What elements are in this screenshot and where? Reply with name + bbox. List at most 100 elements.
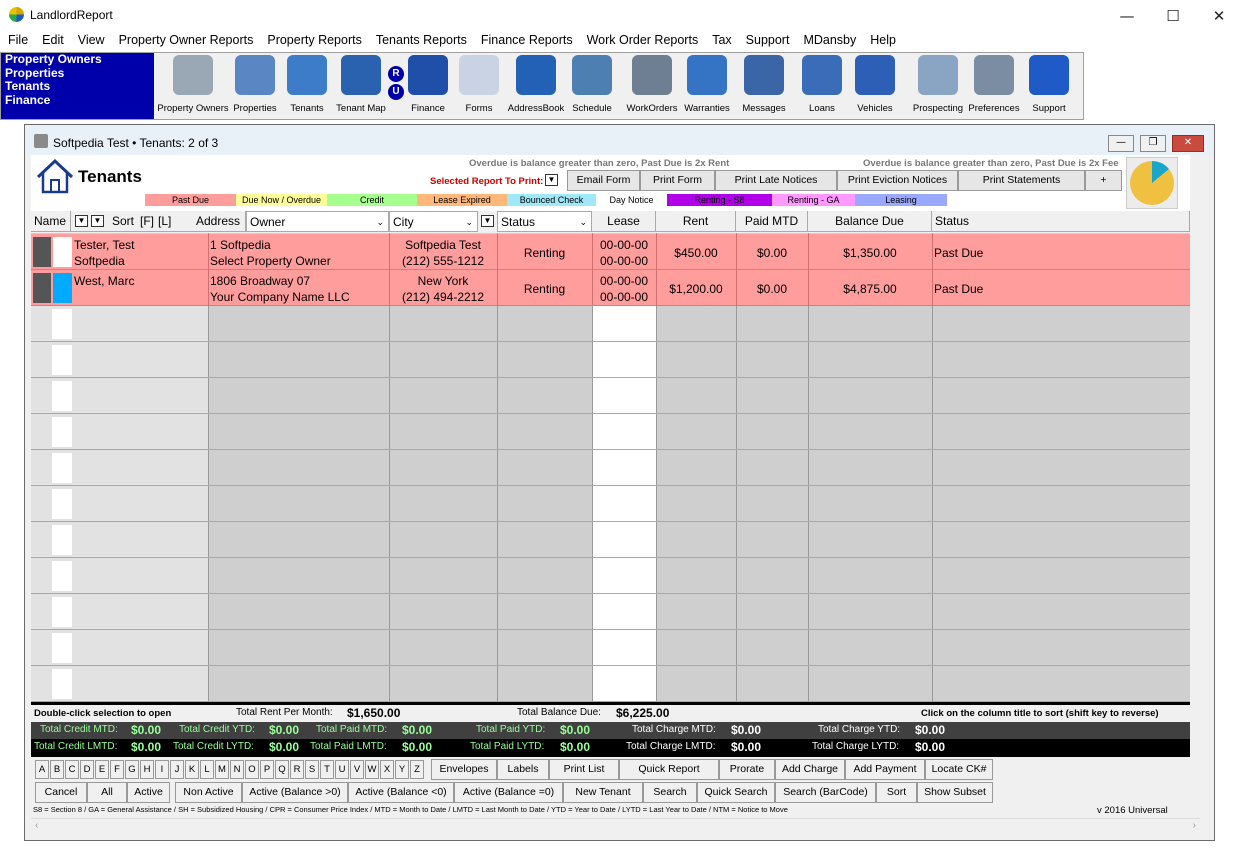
city-filter-select[interactable]: City ⌄ [389,211,478,232]
print-statements-button[interactable]: Print Statements [958,170,1085,191]
maximize-icon[interactable]: ☐ [1150,0,1196,31]
letter-filter-b[interactable]: B [50,760,64,779]
footer-button[interactable]: Show Subset [917,782,993,803]
footer-button[interactable]: Search [643,782,697,803]
inner-restore-icon[interactable]: ❐ [1140,135,1166,152]
footer-button[interactable]: Locate CK# [925,759,993,780]
menu-finance-reports[interactable]: Finance Reports [481,31,579,51]
owner-filter-select[interactable]: Owner ⌄ [246,211,389,232]
col-lease[interactable]: Lease [592,211,656,232]
toolbar-support-button[interactable]: Support [1025,55,1073,117]
horizontal-scrollbar[interactable]: ‹ › [31,818,1200,834]
footer-button[interactable]: Print List [549,759,619,780]
letter-filter-f[interactable]: F [110,760,124,779]
r-button[interactable]: R [388,66,404,82]
letter-filter-k[interactable]: K [185,760,199,779]
menu-edit[interactable]: Edit [42,31,70,51]
footer-button[interactable]: New Tenant [563,782,643,803]
print-eviction-notices-button[interactable]: Print Eviction Notices [837,170,958,191]
menu-tax[interactable]: Tax [712,31,737,51]
letter-filter-w[interactable]: W [365,760,379,779]
letter-filter-y[interactable]: Y [395,760,409,779]
table-row[interactable]: West, Marc 1806 Broadway 07 Your Company… [31,270,1190,306]
email-form-button[interactable]: Email Form [567,170,640,191]
toolbar-forms-button[interactable]: Forms [453,55,505,117]
toolbar-tenant-map-button[interactable]: Tenant Map [334,55,388,117]
minimize-icon[interactable]: — [1104,0,1150,31]
letter-filter-l[interactable]: L [200,760,214,779]
menu-property-reports[interactable]: Property Reports [267,31,367,51]
footer-button[interactable]: Envelopes [431,759,497,780]
letter-filter-g[interactable]: G [125,760,139,779]
letter-filter-o[interactable]: O [245,760,259,779]
toolbar-property-owners-button[interactable]: Property Owners [156,55,230,117]
status-filter-select[interactable]: Status ⌄ [497,211,592,232]
letter-filter-n[interactable]: N [230,760,244,779]
footer-button[interactable]: Labels [497,759,549,780]
footer-button[interactable]: Quick Search [697,782,775,803]
toolbar-messages-button[interactable]: Messages [739,55,789,117]
footer-button[interactable]: Cancel [35,782,87,803]
toolbar-schedule-button[interactable]: Schedule [566,55,618,117]
col-rent[interactable]: Rent [656,211,736,232]
toolbar-loans-button[interactable]: Loans [802,55,842,117]
menu-user[interactable]: MDansby [803,31,862,51]
footer-button[interactable]: Non Active [175,782,242,803]
nav-property-owners[interactable]: Property Owners [1,52,154,67]
letter-filter-j[interactable]: J [170,760,184,779]
letter-filter-m[interactable]: M [215,760,229,779]
letter-filter-t[interactable]: T [320,760,334,779]
menu-property-owner-reports[interactable]: Property Owner Reports [119,31,260,51]
toolbar-warranties-button[interactable]: Warranties [683,55,731,117]
col-address[interactable]: Address [193,211,246,232]
selected-report-dropdown[interactable]: ▼ [545,174,558,186]
col-status2[interactable]: Status [932,211,1190,232]
toolbar-finance-button[interactable]: Finance [404,55,452,117]
nav-tenants[interactable]: Tenants [1,80,154,94]
letter-filter-q[interactable]: Q [275,760,289,779]
toolbar-addressbook-button[interactable]: AddressBook [507,55,565,117]
col-name[interactable]: Name [31,211,71,232]
toolbar-tenants-button[interactable]: Tenants [287,55,327,117]
inner-minimize-icon[interactable]: — [1108,135,1134,152]
footer-button[interactable]: Active [127,782,170,803]
footer-button[interactable]: Active (Balance <0) [348,782,454,803]
letter-filter-x[interactable]: X [380,760,394,779]
col-balance-due[interactable]: Balance Due [808,211,932,232]
inner-close-icon[interactable]: ✕ [1172,135,1204,152]
menu-tenants-reports[interactable]: Tenants Reports [376,31,473,51]
footer-button[interactable]: Active (Balance =0) [454,782,563,803]
add-report-button[interactable]: + [1085,170,1122,191]
menu-help[interactable]: Help [870,31,902,51]
letter-filter-c[interactable]: C [65,760,79,779]
letter-filter-r[interactable]: R [290,760,304,779]
nav-properties[interactable]: Properties [1,66,154,81]
scroll-left-icon[interactable]: ‹ [35,820,38,831]
scroll-right-icon[interactable]: › [1193,820,1196,831]
letter-filter-s[interactable]: S [305,760,319,779]
toolbar-properties-button[interactable]: Properties [232,55,278,117]
footer-button[interactable]: Active (Balance >0) [242,782,348,803]
nav-finance[interactable]: Finance [1,93,154,108]
letter-filter-h[interactable]: H [140,760,154,779]
print-late-notices-button[interactable]: Print Late Notices [715,170,837,191]
letter-filter-u[interactable]: U [335,760,349,779]
footer-button[interactable]: All [87,782,127,803]
menu-work-order-reports[interactable]: Work Order Reports [587,31,705,51]
letter-filter-i[interactable]: I [155,760,169,779]
menu-view[interactable]: View [78,31,111,51]
toolbar-vehicles-button[interactable]: Vehicles [849,55,901,117]
toolbar-prospecting-button[interactable]: Prospecting [912,55,964,117]
letter-filter-a[interactable]: A [35,760,49,779]
footer-button[interactable]: Search (BarCode) [775,782,876,803]
letter-filter-e[interactable]: E [95,760,109,779]
letter-filter-z[interactable]: Z [410,760,424,779]
toolbar-preferences-button[interactable]: Preferences [966,55,1022,117]
col-paid-mtd[interactable]: Paid MTD [736,211,808,232]
letter-filter-p[interactable]: P [260,760,274,779]
u-button[interactable]: U [388,84,404,100]
letter-filter-v[interactable]: V [350,760,364,779]
footer-button[interactable]: Add Payment [845,759,925,780]
status-filter-dropdown[interactable]: ▼ [481,215,494,227]
table-row[interactable]: Tester, Test Softpedia 1 Softpedia Selec… [31,234,1190,270]
